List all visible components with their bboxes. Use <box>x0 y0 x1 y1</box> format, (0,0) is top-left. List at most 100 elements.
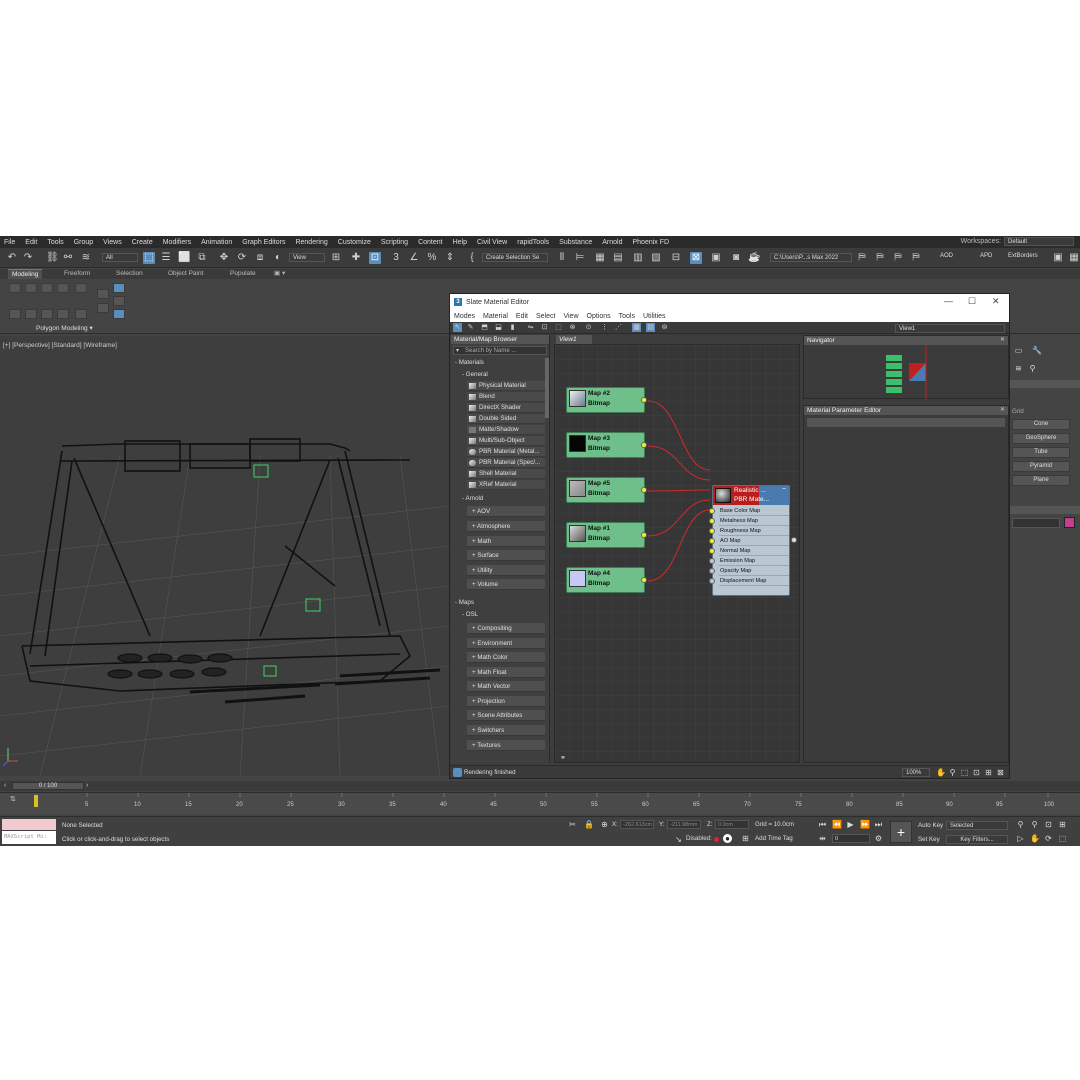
go-to-start-icon[interactable]: ⏮ <box>818 820 827 829</box>
extborders-button[interactable]: ExtBorders <box>1008 253 1038 259</box>
menu-modifiers[interactable]: Modifiers <box>163 239 191 246</box>
polygon-modeling-dropdown[interactable]: Polygon Modeling ▾ <box>36 324 93 332</box>
maxscript-listener-top[interactable] <box>2 819 56 830</box>
key-mode-icon[interactable]: ⇹ <box>818 834 827 843</box>
edit-named-sel-icon[interactable]: { <box>466 252 478 264</box>
category-item[interactable]: + Scene Attributes <box>467 710 545 721</box>
input-slot[interactable]: Emission Map <box>709 557 789 566</box>
create-category-icon[interactable]: ≋ <box>1014 364 1023 373</box>
view1-tab[interactable]: View1 <box>556 335 592 344</box>
time-tag-icon[interactable]: ⊞ <box>741 834 750 843</box>
maps-group-header[interactable]: - Maps <box>455 598 474 608</box>
param-rollout-bar[interactable] <box>807 418 1005 427</box>
input-slot[interactable]: Metalness Map <box>709 517 789 526</box>
pbr-output-port[interactable] <box>791 537 797 543</box>
category-item[interactable]: + Atmosphere <box>467 521 545 532</box>
object-color-swatch[interactable] <box>1064 517 1075 528</box>
menu-rapidtools[interactable]: rapidTools <box>517 239 549 246</box>
apd-button[interactable]: APD <box>980 253 992 259</box>
redo-icon[interactable]: ↷ <box>22 252 34 264</box>
zoom-viewport-icon[interactable]: ⚲ <box>1016 820 1025 829</box>
ribbon-btn-5[interactable] <box>75 283 87 293</box>
select-by-name-icon[interactable]: ☰ <box>160 252 172 264</box>
show-shaded-icon[interactable]: ⬚ <box>554 323 563 332</box>
binoculars-icon[interactable]: ⚭ <box>560 754 566 762</box>
geosphere-button[interactable]: GeoSphere <box>1012 433 1070 444</box>
category-item[interactable]: + Math Float <box>467 667 545 678</box>
rollout-header[interactable] <box>1010 380 1080 388</box>
menu-rendering[interactable]: Rendering <box>295 239 327 246</box>
select-object-icon[interactable]: ⬚ <box>143 252 155 264</box>
ribbon-btn-8[interactable] <box>41 309 53 319</box>
set-key-plus-button[interactable]: + <box>890 821 912 843</box>
maximize-icon[interactable]: ☐ <box>968 296 976 307</box>
schematic-view-icon[interactable]: ▧ <box>650 252 662 264</box>
layout-children-icon[interactable]: ⋰ <box>614 323 623 332</box>
material-item[interactable]: Physical Material <box>467 381 545 391</box>
menu-scripting[interactable]: Scripting <box>381 239 408 246</box>
ribbon-btn-15[interactable] <box>113 309 125 319</box>
slate-menu-select[interactable]: Select <box>536 313 555 320</box>
menu-group[interactable]: Group <box>74 239 93 246</box>
ribbon-btn-10[interactable] <box>75 309 87 319</box>
go-to-end-icon[interactable]: ⏭ <box>874 820 883 829</box>
output-port[interactable] <box>641 577 647 583</box>
menu-edit[interactable]: Edit <box>25 239 37 246</box>
ribbon-btn-7[interactable] <box>25 309 37 319</box>
pivot-icon[interactable]: ⊞ <box>330 252 342 264</box>
unlink-icon[interactable]: ⚯ <box>62 252 74 264</box>
category-item[interactable]: + Projection <box>467 696 545 707</box>
category-item[interactable]: + Switchers <box>467 725 545 736</box>
layer-explorer-icon[interactable]: ▦ <box>594 252 606 264</box>
bitmap-node[interactable]: Map #1 Bitmap <box>566 522 647 548</box>
mirror-icon[interactable]: ⫴ <box>556 252 568 264</box>
material-item[interactable]: DirectX Shader <box>467 403 545 413</box>
category-item[interactable]: + Surface <box>467 550 545 561</box>
input-port[interactable] <box>709 508 715 514</box>
parameter-editor-toggle-icon[interactable]: ▤ <box>646 323 655 332</box>
menu-create[interactable]: Create <box>132 239 153 246</box>
input-port[interactable] <box>709 568 715 574</box>
zoom-extents-all-icon[interactable]: ⊞ <box>1058 820 1067 829</box>
next-frame-icon[interactable]: › <box>86 782 88 789</box>
perspective-viewport[interactable]: [+] [Perspective] [Standard] [Wireframe] <box>0 336 450 776</box>
input-slot[interactable]: Normal Map <box>709 547 789 556</box>
window-crossing-icon[interactable]: ⧉ <box>196 252 208 264</box>
material-item[interactable]: Matte/Shadow <box>467 425 545 435</box>
input-slot[interactable]: Displacement Map <box>709 577 789 586</box>
ref-coord-dropdown[interactable]: View <box>289 253 325 262</box>
output-port[interactable] <box>641 397 647 403</box>
move-icon[interactable]: ✥ <box>218 252 230 264</box>
z-coord-field[interactable]: 0.0cm <box>715 820 749 829</box>
ribbon-btn-2[interactable] <box>25 283 37 293</box>
category-item[interactable]: + Volume <box>467 579 545 590</box>
zoom-icon[interactable]: ⚲ <box>948 768 957 777</box>
bitmap-node[interactable]: Map #2 Bitmap <box>566 387 647 413</box>
auto-key-button[interactable]: Auto Key <box>918 822 943 829</box>
link-icon[interactable]: ⛓ <box>46 252 59 264</box>
node-view[interactable]: Map #2 Bitmap Map #3 Bitmap Map #5 Bitma… <box>554 344 800 763</box>
prev-frame-icon[interactable]: ‹ <box>4 782 6 789</box>
maximize-viewport-icon[interactable]: ⬚ <box>1058 834 1067 843</box>
menu-customize[interactable]: Customize <box>338 239 371 246</box>
slate-menu-edit[interactable]: Edit <box>516 313 528 320</box>
output-port[interactable] <box>641 442 647 448</box>
selection-lock-icon[interactable]: 🔒 <box>584 820 594 829</box>
menu-civil-view[interactable]: Civil View <box>477 239 507 246</box>
tool-e-icon[interactable]: ▦ <box>1068 252 1080 264</box>
navigator-minimap[interactable] <box>804 345 1010 400</box>
category-item[interactable]: + Compositing <box>467 623 545 634</box>
project-folder-icon[interactable]: ⛿ <box>856 252 868 264</box>
orbit-icon[interactable]: ⟳ <box>1044 834 1053 843</box>
menu-graph-editors[interactable]: Graph Editors <box>242 239 285 246</box>
input-port[interactable] <box>709 558 715 564</box>
absolute-mode-icon[interactable]: ⊕ <box>600 820 609 829</box>
browser-search-input[interactable]: ▾ Search by Name ... <box>453 346 547 355</box>
bitmap-node[interactable]: Map #4 Bitmap <box>566 567 647 593</box>
material-item[interactable]: Shell Material <box>467 469 545 479</box>
panel-tab-icon[interactable]: ▭ <box>1014 346 1023 355</box>
category-item[interactable]: + Math Color <box>467 652 545 663</box>
general-group-header[interactable]: - General <box>462 370 488 380</box>
tab-populate[interactable]: Populate <box>226 269 260 279</box>
zoom-selected-icon[interactable]: ⊞ <box>984 768 993 777</box>
